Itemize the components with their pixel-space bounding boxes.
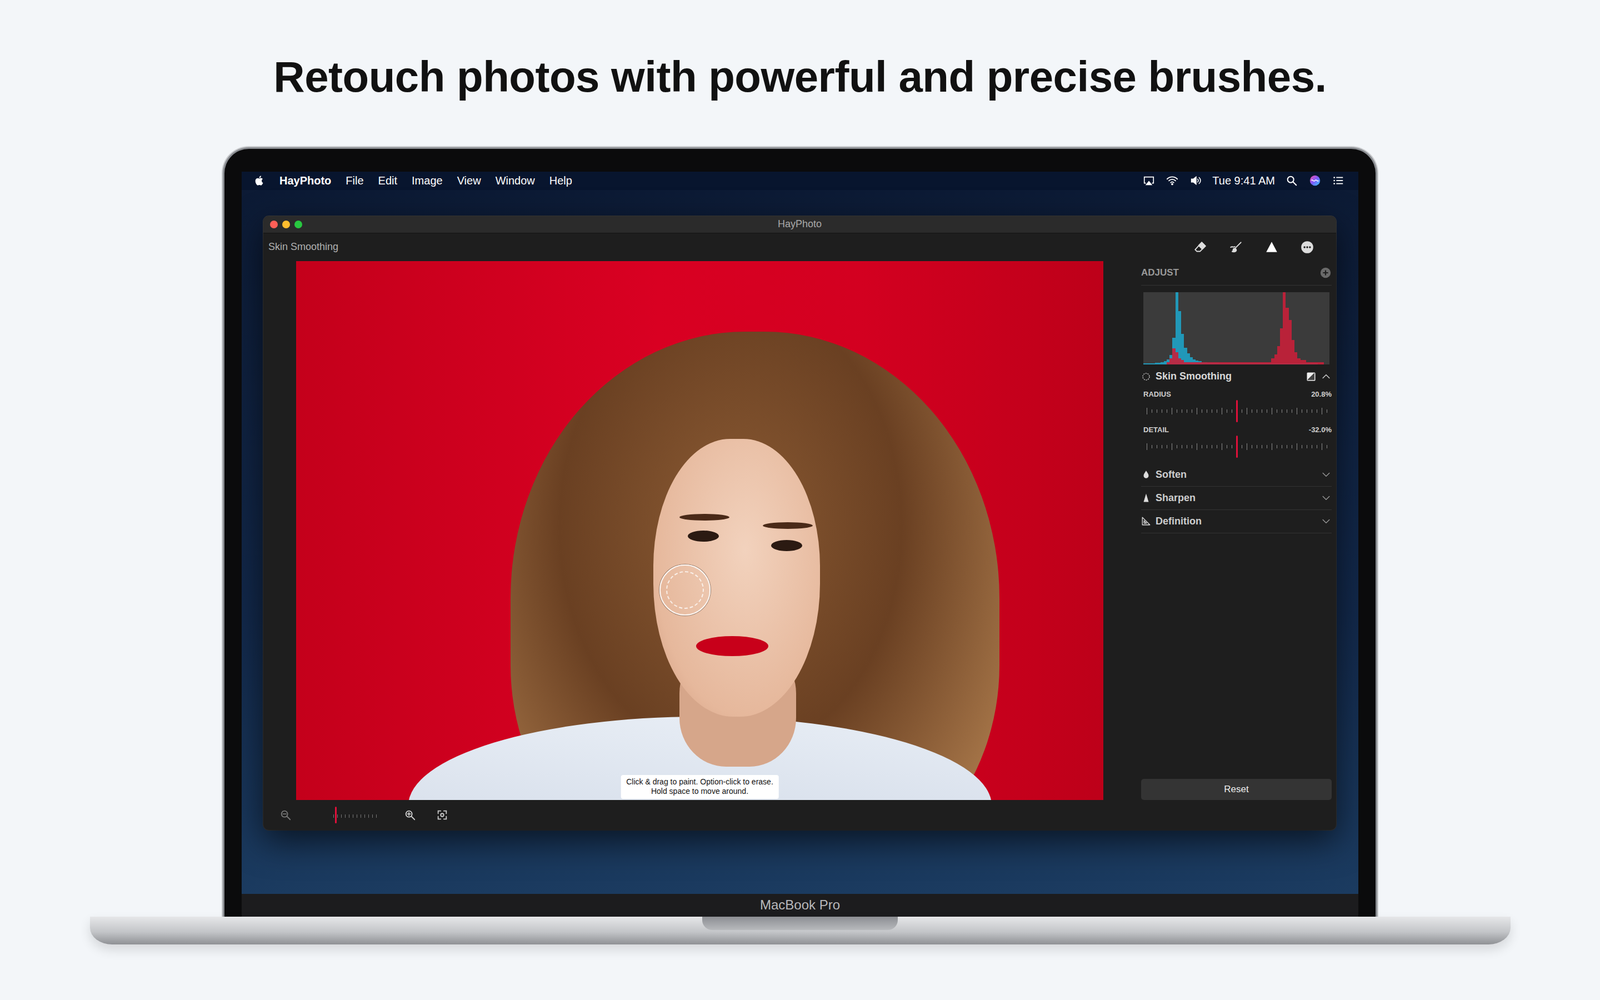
app-window: HayPhoto Skin Smoothing Click & drag to … xyxy=(263,216,1337,830)
adjust-header: ADJUST xyxy=(1141,261,1332,286)
sharpen-icon xyxy=(1141,492,1152,503)
menu-item[interactable]: Help xyxy=(549,172,573,189)
section-row[interactable]: Sharpen xyxy=(1141,486,1332,510)
slider-label: DETAIL xyxy=(1143,424,1169,436)
adjustment-name: Skin Smoothing xyxy=(1155,368,1232,384)
laptop: HayPhoto File Edit Image View Window Help Tue 9… xyxy=(224,148,1376,945)
wifi-icon[interactable] xyxy=(1165,173,1179,188)
brush-icon[interactable] xyxy=(1225,236,1248,259)
laptop-chin: MacBook Pro xyxy=(241,893,1359,917)
photo-eye xyxy=(687,530,719,542)
photo-area: Click & drag to paint. Option-click to e… xyxy=(263,261,1134,800)
histogram-series xyxy=(1143,292,1330,365)
chevron-down-icon[interactable] xyxy=(1320,515,1332,527)
adjustment-body: RADIUS 20.8% DETAIL -32.0% xyxy=(1141,386,1332,458)
slider-handle[interactable] xyxy=(1236,400,1238,423)
more-icon[interactable] xyxy=(1296,236,1319,259)
search-icon[interactable] xyxy=(1285,173,1299,188)
menu-bar: HayPhoto File Edit Image View Window Help Tue 9… xyxy=(241,171,1359,190)
hint-line: Hold space to move around. xyxy=(626,786,774,797)
window-controls xyxy=(270,220,778,229)
histogram-series xyxy=(1143,292,1330,365)
adjustment-controls xyxy=(1306,371,1332,383)
apple-icon[interactable] xyxy=(252,173,267,188)
brush-cursor xyxy=(659,564,711,616)
adjustment-status-icon xyxy=(1141,371,1152,382)
laptop-bezel: HayPhoto File Edit Image View Window Help Tue 9… xyxy=(224,148,1376,917)
section-label: Soften xyxy=(1155,467,1187,483)
notification-list-icon[interactable] xyxy=(1331,173,1345,188)
chevron-down-icon[interactable] xyxy=(1320,492,1332,504)
laptop-base xyxy=(90,916,1511,945)
zoom-in-icon[interactable] xyxy=(400,805,420,825)
chevron-up-icon[interactable] xyxy=(1320,371,1332,383)
window-title: HayPhoto xyxy=(777,216,822,232)
slider-reading: 20.8% xyxy=(1311,388,1332,400)
desktop: HayPhoto Skin Smoothing Click & drag to … xyxy=(241,190,1359,894)
screen: HayPhoto File Edit Image View Window Help Tue 9… xyxy=(241,171,1359,894)
slider-label-row: RADIUS 20.8% xyxy=(1141,388,1332,400)
canvas: Click & drag to paint. Option-click to e… xyxy=(263,261,1134,830)
photo-brow xyxy=(762,522,813,529)
adjust-title: ADJUST xyxy=(1141,265,1179,280)
slider-reading: -32.0% xyxy=(1308,424,1332,436)
definition-icon xyxy=(1141,516,1152,527)
photo-eye xyxy=(771,540,803,552)
laptop-notch xyxy=(702,916,898,930)
airplay-icon[interactable] xyxy=(1142,173,1156,188)
mask-icon[interactable] xyxy=(1306,371,1317,382)
zoom-slider-handle[interactable] xyxy=(335,806,337,824)
toolbar: Skin Smoothing xyxy=(263,233,1337,262)
main-area: Click & drag to paint. Option-click to e… xyxy=(263,261,1337,830)
section-label: Sharpen xyxy=(1155,490,1196,506)
hint-tooltip: Click & drag to paint. Option-click to e… xyxy=(620,775,779,799)
menu-item[interactable]: Window xyxy=(495,172,535,189)
section-label: Definition xyxy=(1155,513,1202,529)
menu-item[interactable]: Edit xyxy=(378,172,398,189)
add-adjustment-icon[interactable] xyxy=(1319,266,1332,279)
hint-line: Click & drag to paint. Option-click to e… xyxy=(626,777,774,788)
photo-lips xyxy=(696,636,769,657)
zoom-out-icon[interactable] xyxy=(275,805,296,825)
menu-item[interactable]: HayPhoto xyxy=(279,172,332,189)
reset-button[interactable]: Reset xyxy=(1141,778,1332,800)
volume-icon[interactable] xyxy=(1188,173,1203,188)
headline: Retouch photos with powerful and precise… xyxy=(0,0,1600,104)
histogram-bar xyxy=(1320,362,1324,365)
soften-icon xyxy=(1141,469,1152,480)
slider-track[interactable] xyxy=(1146,435,1331,458)
section-row[interactable]: Definition xyxy=(1141,510,1332,534)
photo-face xyxy=(653,438,820,717)
photo-brow xyxy=(679,513,730,521)
zoom-slider[interactable] xyxy=(333,806,378,824)
slider-handle[interactable] xyxy=(1236,435,1238,458)
histogram xyxy=(1143,292,1330,365)
zoom-button[interactable] xyxy=(294,220,303,229)
slider-track[interactable] xyxy=(1146,400,1331,423)
status-area: Tue 9:41 AM xyxy=(1142,172,1345,189)
eraser-icon[interactable] xyxy=(1189,236,1212,259)
slider-label: RADIUS xyxy=(1143,388,1172,400)
menu-item[interactable]: View xyxy=(457,172,482,189)
menu-item[interactable]: File xyxy=(345,172,364,189)
close-button[interactable] xyxy=(270,220,278,229)
slider-label-row: DETAIL -32.0% xyxy=(1141,424,1332,436)
sharpen-icon[interactable] xyxy=(1260,236,1283,259)
clock[interactable]: Tue 9:41 AM xyxy=(1212,172,1275,189)
adjust-panel: ADJUST Skin Smoothing RADIUS 20.8% DETAIL -32… xyxy=(1133,261,1337,830)
tool-name: Skin Smoothing xyxy=(268,239,339,255)
photo[interactable]: Click & drag to paint. Option-click to e… xyxy=(296,261,1104,800)
zoom-bar xyxy=(263,800,1134,830)
chevron-down-icon[interactable] xyxy=(1320,468,1332,480)
fit-screen-icon[interactable] xyxy=(432,805,453,825)
menu-item[interactable]: Image xyxy=(411,172,443,189)
adjustment-header[interactable]: Skin Smoothing xyxy=(1141,366,1332,387)
brush-cursor-inner xyxy=(666,571,704,609)
siri-icon[interactable] xyxy=(1308,173,1322,188)
tool-buttons xyxy=(1176,236,1319,259)
section-row[interactable]: Soften xyxy=(1141,463,1332,487)
minimize-button[interactable] xyxy=(282,220,290,229)
title-bar[interactable]: HayPhoto xyxy=(263,216,1337,234)
